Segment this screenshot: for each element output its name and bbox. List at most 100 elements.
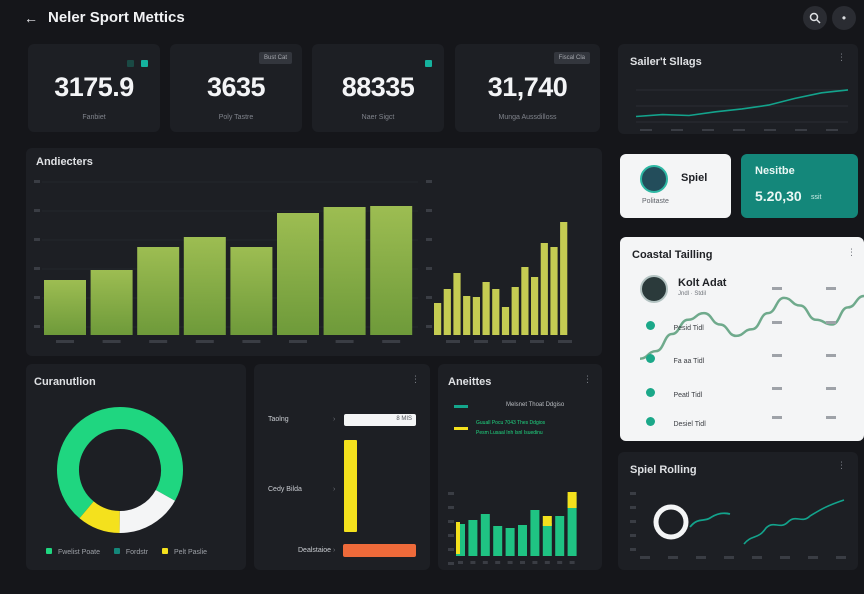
analytics-bar (468, 520, 478, 556)
tick-label (780, 556, 790, 559)
chevron-icon: › (333, 486, 336, 493)
audience-mini-bar (463, 296, 471, 335)
coach-item[interactable]: Peatl Tidl (646, 384, 702, 402)
tick-label (458, 561, 463, 564)
audience-mini-bar (492, 289, 500, 335)
legend-label: Pelt Paslie (173, 549, 208, 556)
analytics-highlight (567, 492, 577, 508)
tick-label (426, 209, 432, 212)
legend-swatch (113, 548, 120, 554)
spiel-chart (630, 492, 846, 559)
highlight-value: 5.20,30 (755, 188, 802, 204)
coach-item[interactable]: Fa aa Tidl (646, 350, 704, 368)
audience-mini-bar (501, 307, 510, 335)
sales-trend-chart (635, 89, 849, 131)
coach-item[interactable]: Desiel Tidl (646, 413, 706, 431)
tick-label (733, 129, 745, 131)
sales-panel: Sailer't Sllags ⋮ (618, 44, 858, 134)
tick-label (808, 556, 818, 559)
coach-panel: Coastal Tailling ⋮ Kolt Adat Jndl · Stdi… (620, 237, 864, 441)
tag-icon (141, 60, 148, 67)
kpi-tag[interactable]: Bust Cat (258, 52, 292, 64)
metric-input[interactable]: 8 MIS (344, 414, 416, 426)
audience-bar (370, 206, 413, 335)
tick-label (772, 321, 782, 324)
tick-label (470, 561, 476, 564)
tag-icon (425, 60, 432, 67)
tick-label (426, 238, 432, 241)
tick-label (671, 129, 683, 131)
profile-name: Spiel (681, 172, 708, 184)
tick-label (826, 287, 836, 290)
tick-label (640, 556, 650, 559)
profile-card[interactable]: Spiel Politaste (620, 154, 731, 218)
back-button[interactable]: ← (22, 9, 40, 27)
tick-label (34, 325, 40, 328)
tick-label (532, 561, 538, 564)
analytics-panel: Aneittes ⋮ Melsnet Thoat Ddgiso Guuall P… (438, 364, 602, 570)
audience-panel: Andiecters (26, 148, 602, 356)
avatar (640, 165, 668, 193)
tick-label (772, 287, 782, 290)
tick-label (34, 209, 40, 212)
analytics-bar (518, 525, 527, 556)
tick-label (836, 556, 846, 559)
arrow-left-icon: ← (24, 10, 38, 26)
more-button[interactable]: • (832, 6, 856, 30)
kpi-value: 3175.9 (54, 72, 134, 102)
audience-mini-bar (521, 267, 529, 335)
analytics-bar (505, 528, 515, 556)
profile-sub: Politaste (642, 198, 669, 205)
donut-slice (79, 501, 121, 533)
audience-mini-bar (550, 247, 558, 335)
legend-swatch (46, 548, 52, 554)
tick-label (544, 561, 550, 564)
spiel-panel: Spiel Rolling ⋮ (618, 452, 858, 570)
tick-label (448, 534, 454, 537)
audience-mini-bar (482, 282, 490, 335)
kpi-label: Fanbiet (82, 114, 106, 121)
analytics-bar (542, 523, 552, 556)
kpi-card-naer: 88335 Naer Sigct (312, 44, 444, 132)
highlight-card[interactable]: Nesitbe 5.20,30 ssit (741, 154, 858, 218)
tick-label (149, 340, 168, 343)
tag-icon (127, 60, 134, 67)
more-icon[interactable]: ⋮ (837, 52, 846, 63)
kpi-value: 88335 (341, 72, 415, 102)
top-bar: ← Neler Sport Mettics • (0, 0, 864, 36)
coach-item[interactable]: Pesid Tidl (646, 317, 704, 335)
kpi-value: 31,740 (487, 72, 568, 102)
tick-label (448, 506, 454, 509)
audience-bar (230, 247, 273, 335)
metric-value: 8 MIS (396, 416, 412, 422)
audience-bar (90, 270, 133, 335)
sales-title: Sailer't Sllags (630, 56, 702, 68)
tick-label (630, 534, 636, 537)
page-title: Neler Sport Mettics (48, 9, 185, 26)
tick-label (448, 492, 454, 495)
dot-icon (646, 354, 655, 364)
tick-label (289, 340, 307, 343)
kpi-tag[interactable]: Fiscal Cla (553, 52, 590, 64)
tick-label (34, 267, 40, 270)
spiel-line (689, 512, 731, 528)
audience-mini-bar (472, 297, 480, 335)
tick-label (507, 561, 513, 564)
highlight-unit: ssit (811, 194, 822, 201)
kpi-label: Naer Sigct (361, 114, 395, 121)
tick-label (558, 340, 572, 343)
audience-bar (44, 280, 86, 335)
tick-label (630, 520, 636, 523)
metric-label: Taolng (268, 416, 289, 423)
coach-item-label: Fa aa Tidl (673, 358, 705, 365)
tick-label (426, 267, 432, 270)
tick-label (752, 556, 762, 559)
more-icon[interactable]: ⋮ (411, 374, 420, 385)
tick-label (772, 387, 782, 390)
tick-label (426, 296, 432, 299)
coach-wave-chart (639, 287, 864, 419)
kpi-card-munga: Fiscal Cla 31,740 Munga Aussdilloss (455, 44, 600, 132)
audience-mini-bar (560, 222, 568, 335)
search-button[interactable] (803, 6, 827, 30)
tick-label (630, 506, 636, 509)
